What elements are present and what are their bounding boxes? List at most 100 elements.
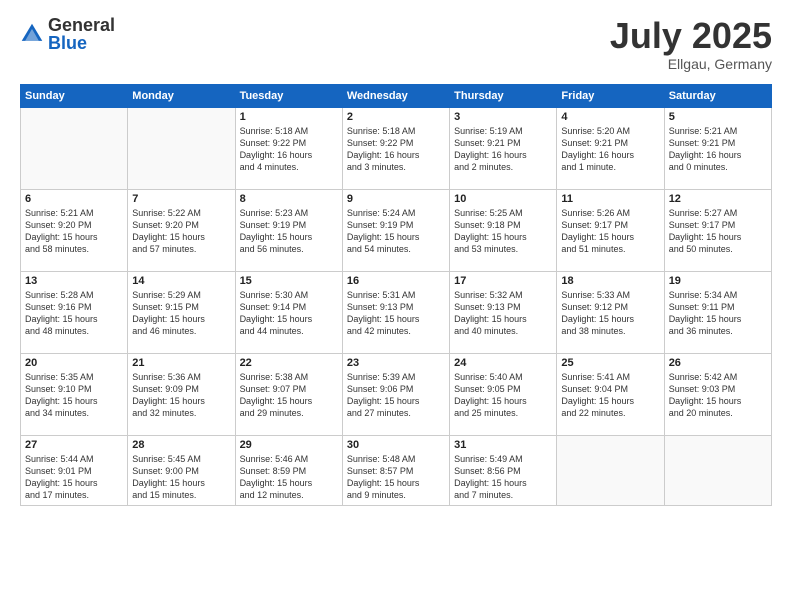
day-info: Sunrise: 5:35 AM Sunset: 9:10 PM Dayligh… [25, 371, 123, 420]
calendar-week-row: 27Sunrise: 5:44 AM Sunset: 9:01 PM Dayli… [21, 435, 772, 505]
day-number: 20 [25, 357, 123, 369]
day-info: Sunrise: 5:18 AM Sunset: 9:22 PM Dayligh… [347, 125, 445, 174]
day-number: 21 [132, 357, 230, 369]
logo: General Blue [20, 16, 115, 52]
day-number: 26 [669, 357, 767, 369]
calendar-week-row: 13 Sunrise: 5:28 AM Sunset: 9:16 PM Dayli… [21, 271, 772, 353]
calendar-cell: 26 Sunrise: 5:42 AM Sunset: 9:03 PM Dayli… [664, 353, 771, 435]
weekday-header: Thursday [450, 84, 557, 107]
day-number: 22 [240, 357, 338, 369]
day-number: 30 [347, 439, 445, 451]
weekday-header: Saturday [664, 84, 771, 107]
calendar-cell: 25 Sunrise: 5:41 AM Sunset: 9:04 PM Dayli… [557, 353, 664, 435]
calendar-cell: 27Sunrise: 5:44 AM Sunset: 9:01 PM Dayli… [21, 435, 128, 505]
day-number: 17 [454, 275, 552, 287]
day-number: 3 [454, 111, 552, 123]
calendar-cell [21, 107, 128, 189]
weekday-header: Friday [557, 84, 664, 107]
day-number: 7 [132, 193, 230, 205]
day-info: Sunrise: 5:19 AM Sunset: 9:21 PM Dayligh… [454, 125, 552, 174]
calendar-cell: 3 Sunrise: 5:19 AM Sunset: 9:21 PM Daylig… [450, 107, 557, 189]
calendar-cell: 16 Sunrise: 5:31 AM Sunset: 9:13 PM Dayli… [342, 271, 449, 353]
day-number: 18 [561, 275, 659, 287]
day-info: Sunrise: 5:36 AM Sunset: 9:09 PM Dayligh… [132, 371, 230, 420]
calendar-cell: 18Sunrise: 5:33 AM Sunset: 9:12 PM Dayli… [557, 271, 664, 353]
calendar-cell: 20 Sunrise: 5:35 AM Sunset: 9:10 PM Dayli… [21, 353, 128, 435]
day-info: Sunrise: 5:28 AM Sunset: 9:16 PM Dayligh… [25, 289, 123, 338]
calendar-cell: 12Sunrise: 5:27 AM Sunset: 9:17 PM Dayli… [664, 189, 771, 271]
calendar-cell: 6 Sunrise: 5:21 AM Sunset: 9:20 PM Daylig… [21, 189, 128, 271]
day-number: 5 [669, 111, 767, 123]
day-number: 19 [669, 275, 767, 287]
calendar-cell: 4 Sunrise: 5:20 AM Sunset: 9:21 PM Daylig… [557, 107, 664, 189]
calendar-cell: 17Sunrise: 5:32 AM Sunset: 9:13 PM Dayli… [450, 271, 557, 353]
calendar-cell: 2 Sunrise: 5:18 AM Sunset: 9:22 PM Daylig… [342, 107, 449, 189]
weekday-header: Monday [128, 84, 235, 107]
day-info: Sunrise: 5:18 AM Sunset: 9:22 PM Dayligh… [240, 125, 338, 174]
day-info: Sunrise: 5:41 AM Sunset: 9:04 PM Dayligh… [561, 371, 659, 420]
day-number: 25 [561, 357, 659, 369]
day-number: 4 [561, 111, 659, 123]
day-number: 14 [132, 275, 230, 287]
calendar-cell: 30 Sunrise: 5:48 AM Sunset: 8:57 PM Dayli… [342, 435, 449, 505]
day-info: Sunrise: 5:21 AM Sunset: 9:20 PM Dayligh… [25, 207, 123, 256]
calendar-cell: 14 Sunrise: 5:29 AM Sunset: 9:15 PM Dayli… [128, 271, 235, 353]
calendar: SundayMondayTuesdayWednesdayThursdayFrid… [20, 84, 772, 506]
day-number: 1 [240, 111, 338, 123]
day-info: Sunrise: 5:46 AM Sunset: 8:59 PM Dayligh… [240, 453, 338, 502]
calendar-cell: 29 Sunrise: 5:46 AM Sunset: 8:59 PM Dayli… [235, 435, 342, 505]
day-number: 2 [347, 111, 445, 123]
weekday-header-row: SundayMondayTuesdayWednesdayThursdayFrid… [21, 84, 772, 107]
location: Ellgau, Germany [610, 56, 772, 72]
day-number: 10 [454, 193, 552, 205]
day-info: Sunrise: 5:42 AM Sunset: 9:03 PM Dayligh… [669, 371, 767, 420]
logo-general-text: General [48, 16, 115, 34]
day-info: Sunrise: 5:31 AM Sunset: 9:13 PM Dayligh… [347, 289, 445, 338]
day-info: Sunrise: 5:22 AM Sunset: 9:20 PM Dayligh… [132, 207, 230, 256]
day-info: Sunrise: 5:45 AM Sunset: 9:00 PM Dayligh… [132, 453, 230, 502]
day-info: Sunrise: 5:29 AM Sunset: 9:15 PM Dayligh… [132, 289, 230, 338]
day-number: 23 [347, 357, 445, 369]
day-number: 8 [240, 193, 338, 205]
day-info: Sunrise: 5:20 AM Sunset: 9:21 PM Dayligh… [561, 125, 659, 174]
calendar-cell: 15 Sunrise: 5:30 AM Sunset: 9:14 PM Dayli… [235, 271, 342, 353]
calendar-cell [557, 435, 664, 505]
calendar-cell: 21 Sunrise: 5:36 AM Sunset: 9:09 PM Dayli… [128, 353, 235, 435]
title-block: July 2025 Ellgau, Germany [610, 16, 772, 72]
day-info: Sunrise: 5:39 AM Sunset: 9:06 PM Dayligh… [347, 371, 445, 420]
weekday-header: Wednesday [342, 84, 449, 107]
weekday-header: Tuesday [235, 84, 342, 107]
day-number: 15 [240, 275, 338, 287]
logo-blue-text: Blue [48, 34, 115, 52]
calendar-cell: 5Sunrise: 5:21 AM Sunset: 9:21 PM Daylig… [664, 107, 771, 189]
day-info: Sunrise: 5:25 AM Sunset: 9:18 PM Dayligh… [454, 207, 552, 256]
month-title: July 2025 [610, 16, 772, 56]
day-number: 28 [132, 439, 230, 451]
day-number: 6 [25, 193, 123, 205]
day-info: Sunrise: 5:34 AM Sunset: 9:11 PM Dayligh… [669, 289, 767, 338]
day-info: Sunrise: 5:27 AM Sunset: 9:17 PM Dayligh… [669, 207, 767, 256]
day-number: 9 [347, 193, 445, 205]
calendar-week-row: 20 Sunrise: 5:35 AM Sunset: 9:10 PM Dayli… [21, 353, 772, 435]
calendar-cell: 22 Sunrise: 5:38 AM Sunset: 9:07 PM Dayli… [235, 353, 342, 435]
day-info: Sunrise: 5:23 AM Sunset: 9:19 PM Dayligh… [240, 207, 338, 256]
day-number: 29 [240, 439, 338, 451]
calendar-week-row: 6 Sunrise: 5:21 AM Sunset: 9:20 PM Daylig… [21, 189, 772, 271]
page: General Blue July 2025 Ellgau, Germany S… [0, 0, 792, 612]
day-info: Sunrise: 5:48 AM Sunset: 8:57 PM Dayligh… [347, 453, 445, 502]
logo-text: General Blue [48, 16, 115, 52]
calendar-cell: 24Sunrise: 5:40 AM Sunset: 9:05 PM Dayli… [450, 353, 557, 435]
calendar-cell: 19 Sunrise: 5:34 AM Sunset: 9:11 PM Dayli… [664, 271, 771, 353]
day-info: Sunrise: 5:30 AM Sunset: 9:14 PM Dayligh… [240, 289, 338, 338]
calendar-cell [128, 107, 235, 189]
day-number: 13 [25, 275, 123, 287]
weekday-header: Sunday [21, 84, 128, 107]
day-number: 16 [347, 275, 445, 287]
calendar-cell: 7 Sunrise: 5:22 AM Sunset: 9:20 PM Daylig… [128, 189, 235, 271]
day-info: Sunrise: 5:38 AM Sunset: 9:07 PM Dayligh… [240, 371, 338, 420]
calendar-cell: 23 Sunrise: 5:39 AM Sunset: 9:06 PM Dayli… [342, 353, 449, 435]
day-info: Sunrise: 5:26 AM Sunset: 9:17 PM Dayligh… [561, 207, 659, 256]
day-info: Sunrise: 5:24 AM Sunset: 9:19 PM Dayligh… [347, 207, 445, 256]
day-info: Sunrise: 5:49 AM Sunset: 8:56 PM Dayligh… [454, 453, 552, 502]
header: General Blue July 2025 Ellgau, Germany [20, 16, 772, 72]
